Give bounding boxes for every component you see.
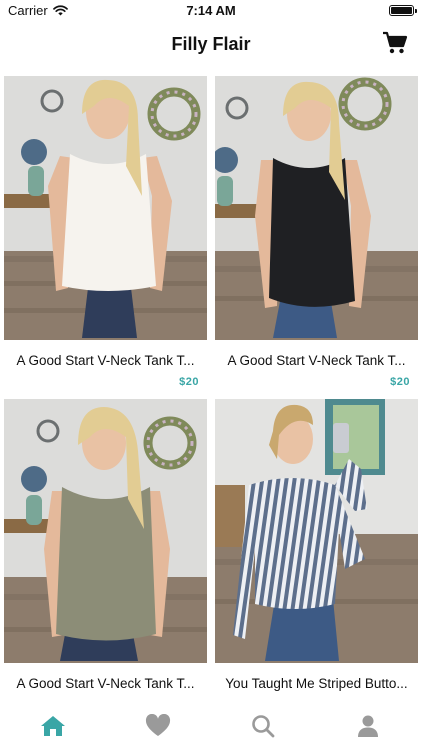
product-image[interactable] xyxy=(215,76,418,340)
tab-search[interactable] xyxy=(250,714,276,738)
cart-button[interactable] xyxy=(382,31,408,55)
clock: 7:14 AM xyxy=(186,3,236,18)
home-icon xyxy=(41,716,65,736)
product-name[interactable]: A Good Start V-Neck Tank T... xyxy=(219,353,414,368)
cart-icon xyxy=(383,31,408,54)
product-name[interactable]: A Good Start V-Neck Tank T... xyxy=(8,353,203,368)
heart-icon xyxy=(145,713,171,736)
nav-bar: Filly Flair xyxy=(0,22,422,66)
tab-favorites[interactable] xyxy=(145,713,171,738)
product-image[interactable] xyxy=(4,399,207,663)
product-name[interactable]: A Good Start V-Neck Tank T... xyxy=(8,676,203,691)
tab-profile[interactable] xyxy=(355,714,381,738)
search-icon xyxy=(252,715,275,738)
product-price: $20 xyxy=(179,376,199,388)
profile-icon xyxy=(358,715,378,737)
tab-home[interactable] xyxy=(40,714,66,738)
product-image[interactable] xyxy=(215,399,418,663)
page-title: Filly Flair xyxy=(171,34,251,54)
product-image[interactable] xyxy=(4,76,207,340)
product-name[interactable]: You Taught Me Striped Butto... xyxy=(219,676,414,691)
status-bar: Carrier 7:14 AM xyxy=(0,0,422,22)
battery-icon xyxy=(389,5,417,16)
tab-bar xyxy=(0,702,422,750)
product-price: $20 xyxy=(390,376,410,388)
